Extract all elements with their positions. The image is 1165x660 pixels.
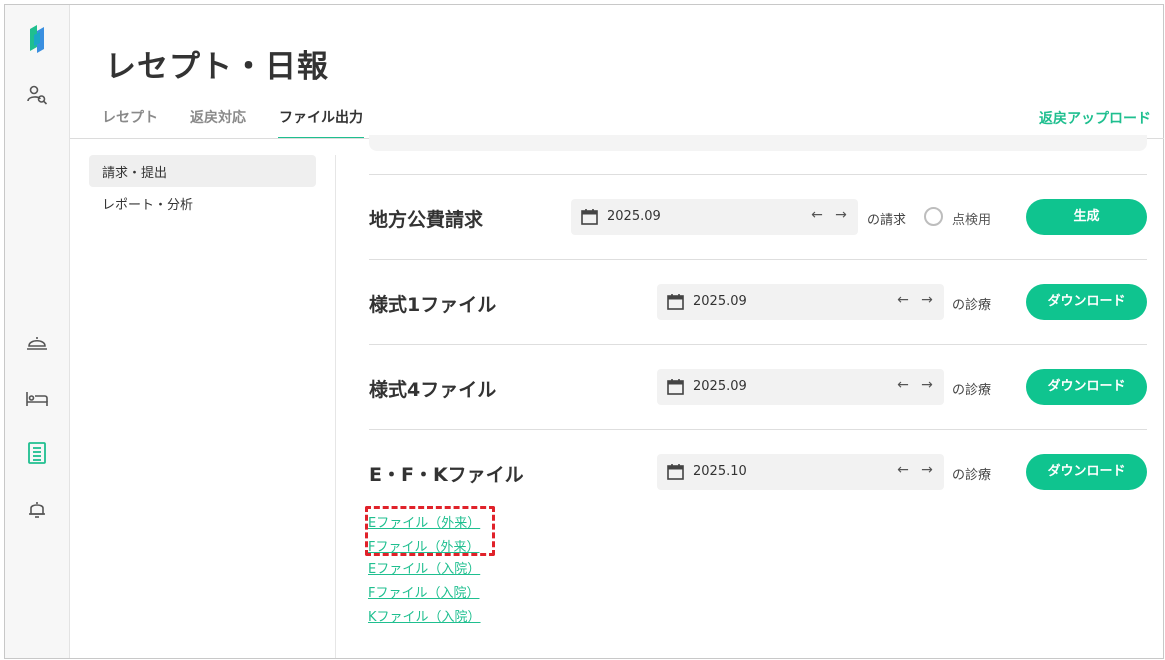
next-month-arrow-icon[interactable]: →: [833, 207, 849, 223]
month-picker[interactable]: 2025.10 ← →: [657, 454, 944, 490]
prev-month-arrow-icon[interactable]: ←: [895, 292, 911, 308]
month-value: 2025.10: [693, 464, 747, 479]
row-title-form4: 様式4ファイル: [369, 379, 497, 401]
prev-month-arrow-icon[interactable]: ←: [895, 462, 911, 478]
billing-suffix: の請求: [867, 213, 907, 228]
calendar-icon: [667, 294, 684, 310]
next-month-arrow-icon[interactable]: →: [919, 377, 935, 393]
month-value: 2025.09: [693, 379, 747, 394]
bell-icon[interactable]: [23, 495, 51, 523]
month-picker[interactable]: 2025.09 ← →: [657, 369, 944, 405]
treatment-suffix: の診療: [952, 468, 992, 483]
user-search-icon[interactable]: [23, 81, 51, 109]
month-value: 2025.09: [693, 294, 747, 309]
treatment-suffix: の診療: [952, 298, 992, 313]
next-month-arrow-icon[interactable]: →: [919, 292, 935, 308]
app-window: レセプト・日報 レセプト 返戻対応 ファイル出力 返戻アップロード 請求・提出 …: [4, 4, 1164, 659]
meal-cover-icon[interactable]: [23, 328, 51, 356]
tab-bar: レセプト 返戻対応 ファイル出力: [102, 105, 396, 139]
subnav-divider: [335, 155, 336, 658]
row-divider: [369, 174, 1147, 175]
row-title-efk: E・F・Kファイル: [369, 464, 524, 486]
inspection-radio-label: 点検用: [952, 213, 992, 228]
tab-returns[interactable]: 返戻対応: [190, 105, 246, 139]
download-button[interactable]: ダウンロード: [1026, 369, 1147, 405]
file-link-e-inpatient[interactable]: Eファイル（入院）: [368, 558, 480, 577]
previous-card-edge: [369, 135, 1147, 151]
treatment-suffix: の診療: [952, 383, 992, 398]
file-link-k-inpatient[interactable]: Kファイル（入院）: [368, 606, 481, 625]
bed-icon[interactable]: [23, 384, 51, 412]
prev-month-arrow-icon[interactable]: ←: [809, 207, 825, 223]
row-divider: [369, 344, 1147, 345]
subnav-item-billing[interactable]: 請求・提出: [89, 155, 316, 187]
month-picker[interactable]: 2025.09 ← →: [657, 284, 944, 320]
subnav-item-reports[interactable]: レポート・分析: [89, 187, 316, 219]
row-divider: [369, 259, 1147, 260]
month-value: 2025.09: [607, 209, 661, 224]
receipt-icon[interactable]: [23, 439, 51, 467]
logo-icon[interactable]: [23, 25, 51, 53]
next-month-arrow-icon[interactable]: →: [919, 462, 935, 478]
row-title-form1: 様式1ファイル: [369, 294, 497, 316]
icon-rail: [5, 5, 70, 658]
page-title: レセプト・日報: [105, 49, 329, 85]
row-divider: [369, 429, 1147, 430]
calendar-icon: [581, 209, 598, 225]
generate-button[interactable]: 生成: [1026, 199, 1147, 235]
calendar-icon: [667, 464, 684, 480]
month-picker[interactable]: 2025.09 ← →: [571, 199, 858, 235]
tab-file-output[interactable]: ファイル出力: [278, 105, 364, 139]
download-button[interactable]: ダウンロード: [1026, 454, 1147, 490]
file-link-f-inpatient[interactable]: Fファイル（入院）: [368, 582, 479, 601]
returns-upload-link[interactable]: 返戻アップロード: [1039, 108, 1151, 128]
calendar-icon: [667, 379, 684, 395]
download-button[interactable]: ダウンロード: [1026, 284, 1147, 320]
prev-month-arrow-icon[interactable]: ←: [895, 377, 911, 393]
highlight-annotation: [365, 506, 495, 556]
inspection-radio[interactable]: [924, 207, 943, 226]
tab-receipt[interactable]: レセプト: [102, 105, 158, 139]
row-title-public-expense: 地方公費請求: [369, 209, 484, 231]
